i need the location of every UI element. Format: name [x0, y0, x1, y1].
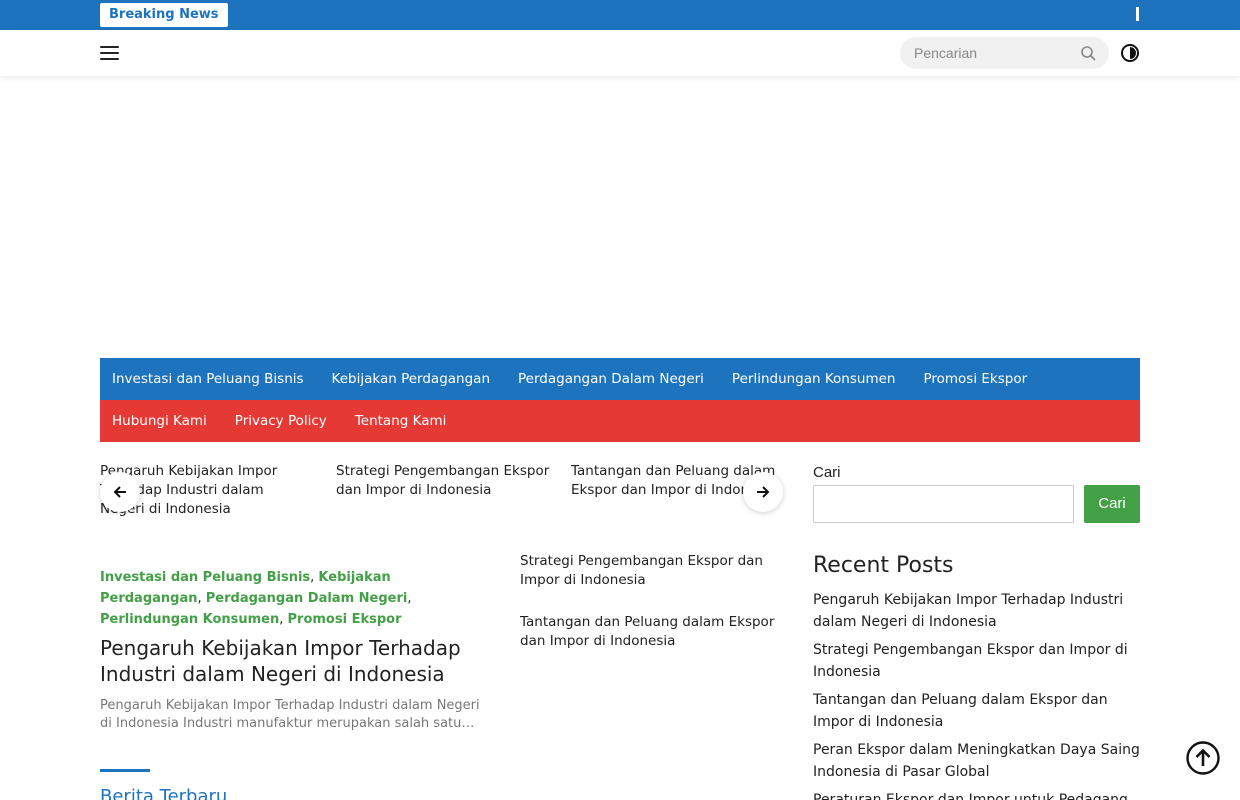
berita-terbaru-heading: Berita Terbaru [100, 786, 228, 800]
search-input[interactable] [914, 44, 1074, 62]
side-post-item[interactable]: Strategi Pengembangan Ekspor dan Impor d… [520, 552, 784, 590]
secondary-nav: Hubungi Kami Privacy Policy Tentang Kami [100, 400, 1140, 442]
breaking-news-label: Breaking News [100, 3, 228, 27]
category-link[interactable]: Perdagangan Dalam Negeri [206, 591, 408, 606]
side-post-list: Strategi Pengembangan Ekspor dan Impor d… [520, 552, 784, 674]
nav-item-perdagangan[interactable]: Perdagangan Dalam Negeri [506, 358, 718, 400]
side-post-item[interactable]: Tantangan dan Peluang dalam Ekspor dan I… [520, 613, 784, 651]
category-link[interactable]: Perlindungan Konsumen [100, 612, 279, 627]
site-header [0, 30, 1240, 76]
category-link[interactable]: Promosi Ekspor [288, 612, 402, 627]
nav-item-promosi[interactable]: Promosi Ekspor [911, 358, 1041, 400]
top-bar: Breaking News [0, 0, 1240, 30]
search-icon[interactable] [1080, 45, 1096, 61]
header-search [900, 37, 1109, 69]
ticker-indicator [1136, 7, 1139, 21]
sidebar-search-label: Cari [813, 464, 841, 481]
carousel-item[interactable]: Strategi Pengembangan Ekspor dan Impor d… [336, 462, 551, 500]
section-divider [100, 769, 150, 772]
featured-excerpt: Pengaruh Kebijakan Impor Terhadap Indust… [100, 698, 480, 731]
post-carousel: Pengaruh Kebijakan Impor Terhadap Indust… [100, 462, 784, 522]
nav-item-perlindungan[interactable]: Perlindungan Konsumen [720, 358, 910, 400]
recent-post-link[interactable]: Pengaruh Kebijakan Impor Terhadap Indust… [813, 589, 1140, 633]
arrow-left-icon [113, 486, 126, 498]
carousel-next-button[interactable] [743, 472, 783, 512]
menu-icon[interactable] [100, 46, 119, 60]
nav-item-privacy[interactable]: Privacy Policy [223, 400, 341, 442]
recent-post-link[interactable]: Peraturan Ekspor dan Impor untuk Pedagan… [813, 789, 1140, 800]
ad-placeholder [100, 86, 1140, 346]
featured-title[interactable]: Pengaruh Kebijakan Impor Terhadap Indust… [100, 635, 490, 687]
nav-item-hubungi[interactable]: Hubungi Kami [100, 400, 221, 442]
recent-post-link[interactable]: Peran Ekspor dalam Meningkatkan Daya Sai… [813, 739, 1140, 783]
sidebar-search-input[interactable] [813, 485, 1074, 523]
sidebar-search-button[interactable]: Cari [1084, 485, 1140, 523]
nav-item-tentang[interactable]: Tentang Kami [343, 400, 461, 442]
carousel-prev-button[interactable] [100, 472, 140, 512]
recent-post-link[interactable]: Tantangan dan Peluang dalam Ekspor dan I… [813, 689, 1140, 733]
nav-item-kebijakan[interactable]: Kebijakan Perdagangan [320, 358, 504, 400]
arrow-right-icon [757, 486, 770, 498]
recent-posts-list: Pengaruh Kebijakan Impor Terhadap Indust… [813, 589, 1140, 800]
recent-posts-heading: Recent Posts [813, 553, 954, 578]
category-link[interactable]: Investasi dan Peluang Bisnis [100, 570, 310, 585]
featured-categories: Investasi dan Peluang Bisnis, Kebijakan … [100, 570, 412, 627]
primary-nav: Investasi dan Peluang Bisnis Kebijakan P… [100, 358, 1140, 400]
back-to-top-icon[interactable] [1185, 740, 1221, 776]
nav-item-investasi[interactable]: Investasi dan Peluang Bisnis [100, 358, 318, 400]
recent-post-link[interactable]: Strategi Pengembangan Ekspor dan Impor d… [813, 639, 1140, 683]
dark-mode-toggle-icon[interactable] [1120, 43, 1140, 63]
